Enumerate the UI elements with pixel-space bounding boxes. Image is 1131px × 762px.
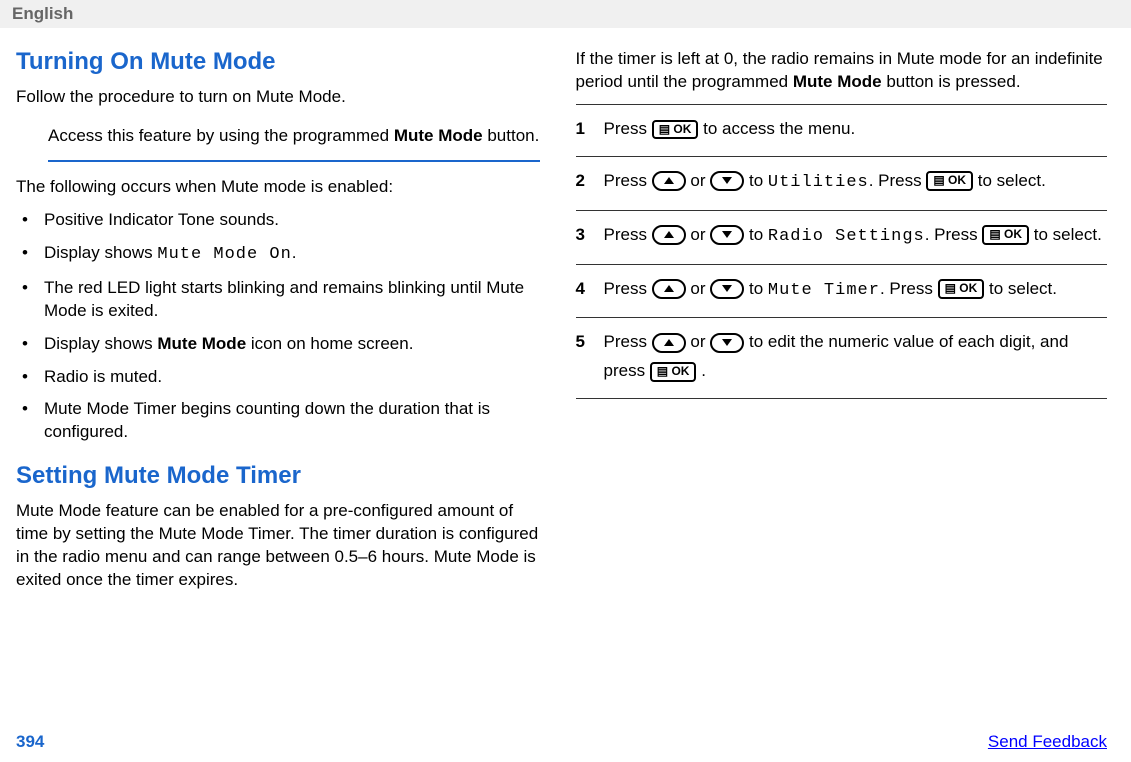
step-number: 1 (576, 115, 604, 144)
step-text: or (690, 225, 710, 244)
access-note-a: Access this feature by using the program… (48, 126, 394, 145)
list-item: The red LED light starts blinking and re… (16, 277, 540, 323)
section-title-mute-mode: Turning On Mute Mode (16, 48, 540, 76)
step-text: or (690, 279, 710, 298)
down-button-icon (710, 333, 744, 353)
step-body: Press or to Mute Timer. Press ▤ OK to se… (604, 275, 1108, 306)
step-text: to access the menu. (703, 119, 855, 138)
step-body: Press or to edit the numeric value of ea… (604, 328, 1108, 386)
list-item: Display shows Mute Mode icon on home scr… (16, 333, 540, 356)
bullet-text: The red LED light starts blinking and re… (44, 278, 524, 320)
step-body: Press or to Utilities. Press ▤ OK to sel… (604, 167, 1108, 198)
left-column: Turning On Mute Mode Follow the procedur… (0, 36, 566, 602)
bullet-text: icon on home screen. (246, 334, 413, 353)
down-button-icon (710, 171, 744, 191)
language-label: English (12, 4, 73, 23)
send-feedback-link[interactable]: Send Feedback (988, 732, 1107, 752)
section-title-timer: Setting Mute Mode Timer (16, 462, 540, 490)
down-button-icon (710, 279, 744, 299)
intro-text-1: Follow the procedure to turn on Mute Mod… (16, 86, 540, 109)
bullet-text: Display shows (44, 334, 157, 353)
step-text: Press (604, 171, 652, 190)
timer-zero-note: If the timer is left at 0, the radio rem… (576, 48, 1108, 94)
ok-button-icon: ▤ OK (982, 225, 1029, 245)
steps-list: 1 Press ▤ OK to access the menu. 2 Press… (576, 104, 1108, 399)
bullet-text: . (292, 243, 297, 262)
step-text: Press (604, 225, 652, 244)
content-columns: Turning On Mute Mode Follow the procedur… (0, 28, 1131, 602)
bullet-list: Positive Indicator Tone sounds. Display … (16, 209, 540, 445)
list-item: Radio is muted. (16, 366, 540, 389)
step-text: to (749, 171, 768, 190)
bullet-text: Mute Mode Timer begins counting down the… (44, 399, 490, 441)
step-text: or (690, 171, 710, 190)
step-number: 3 (576, 221, 604, 252)
step-row: 5 Press or to edit the numeric value of … (576, 317, 1108, 399)
step-number: 2 (576, 167, 604, 198)
step-body: Press or to Radio Settings. Press ▤ OK t… (604, 221, 1108, 252)
step-text: Press (604, 119, 652, 138)
step-code: Utilities (768, 173, 869, 192)
bullet-text: Radio is muted. (44, 367, 162, 386)
up-button-icon (652, 225, 686, 245)
following-occurs: The following occurs when Mute mode is e… (16, 176, 540, 199)
step-text: Press (604, 332, 652, 351)
footer: 394 Send Feedback (0, 732, 1131, 752)
step-row: 4 Press or to Mute Timer. Press ▤ OK to … (576, 264, 1108, 318)
intro-text-2: Mute Mode feature can be enabled for a p… (16, 500, 540, 592)
down-button-icon (710, 225, 744, 245)
step-text: to (749, 225, 768, 244)
step-text: or (690, 332, 710, 351)
step-number: 5 (576, 328, 604, 386)
step-row: 3 Press or to Radio Settings. Press ▤ OK… (576, 210, 1108, 264)
step-text: to select. (989, 279, 1057, 298)
note-c: button is pressed. (882, 72, 1021, 91)
bullet-text: Display shows (44, 243, 157, 262)
ok-button-icon: ▤ OK (938, 279, 985, 299)
step-body: Press ▤ OK to access the menu. (604, 115, 1108, 144)
step-text: . Press (880, 279, 938, 298)
access-note-c: button. (483, 126, 540, 145)
step-row: 1 Press ▤ OK to access the menu. (576, 104, 1108, 156)
bullet-code: Mute Mode On (157, 245, 291, 264)
ok-button-icon: ▤ OK (926, 171, 973, 191)
ok-button-icon: ▤ OK (652, 120, 699, 140)
list-item: Positive Indicator Tone sounds. (16, 209, 540, 232)
step-text: to (749, 279, 768, 298)
page-number: 394 (16, 732, 44, 752)
step-text: . Press (869, 171, 927, 190)
right-column: If the timer is left at 0, the radio rem… (566, 36, 1131, 602)
note-bold: Mute Mode (793, 72, 882, 91)
access-note-bold: Mute Mode (394, 126, 483, 145)
step-code: Mute Timer (768, 281, 880, 300)
step-number: 4 (576, 275, 604, 306)
list-item: Mute Mode Timer begins counting down the… (16, 398, 540, 444)
step-text: . (701, 361, 706, 380)
step-text: Press (604, 279, 652, 298)
step-row: 2 Press or to Utilities. Press ▤ OK to s… (576, 156, 1108, 210)
up-button-icon (652, 171, 686, 191)
step-text: to select. (1034, 225, 1102, 244)
step-text: to select. (978, 171, 1046, 190)
bullet-bold: Mute Mode (157, 334, 246, 353)
up-button-icon (652, 333, 686, 353)
step-text: . Press (925, 225, 983, 244)
header-bar: English (0, 0, 1131, 28)
up-button-icon (652, 279, 686, 299)
list-item: Display shows Mute Mode On. (16, 242, 540, 267)
access-note: Access this feature by using the program… (48, 121, 540, 162)
step-code: Radio Settings (768, 227, 925, 246)
bullet-text: Positive Indicator Tone sounds. (44, 210, 279, 229)
ok-button-icon: ▤ OK (650, 362, 697, 382)
